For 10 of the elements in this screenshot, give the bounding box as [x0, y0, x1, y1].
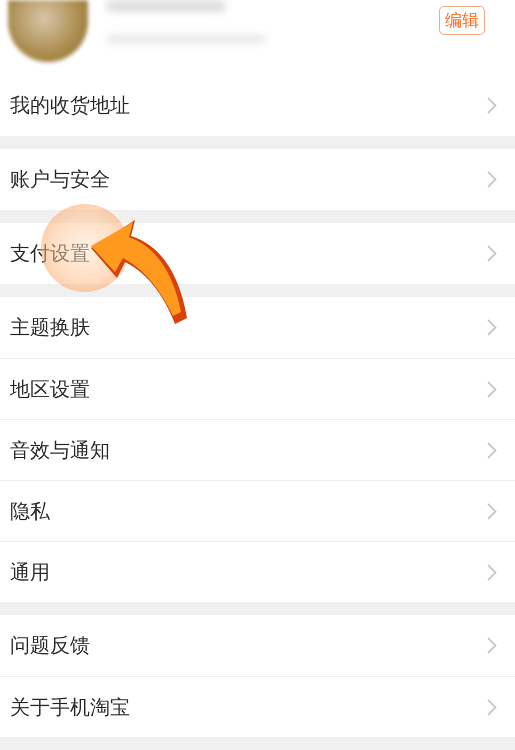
settings-item[interactable]: 问题反馈 [0, 615, 515, 676]
settings-item[interactable]: 我的收货地址 [0, 75, 515, 136]
settings-item[interactable]: 主题换肤 [0, 297, 515, 358]
settings-item[interactable]: 支付设置 [0, 223, 515, 284]
settings-item[interactable]: 账户与安全 [0, 149, 515, 210]
settings-item[interactable]: 隐私 [0, 480, 515, 541]
settings-item[interactable]: 地区设置 [0, 358, 515, 419]
settings-item[interactable]: 通用 [0, 541, 515, 602]
settings-item[interactable]: 音效与通知 [0, 419, 515, 480]
settings-item[interactable]: 关于手机淘宝 [0, 676, 515, 737]
